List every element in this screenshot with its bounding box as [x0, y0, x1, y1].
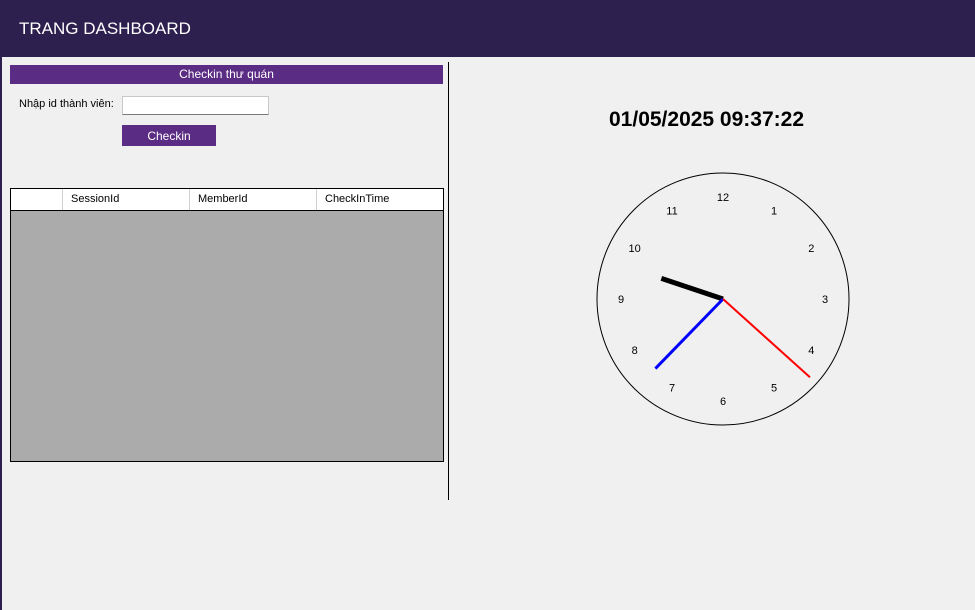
row-header-column[interactable]	[11, 189, 63, 210]
panel-divider	[448, 62, 449, 500]
clock-number-10: 10	[629, 243, 641, 255]
clock-number-2: 2	[808, 243, 814, 255]
analog-clock: 121234567891011	[596, 172, 850, 426]
clock-number-9: 9	[618, 294, 624, 306]
column-header-memberid[interactable]: MemberId	[190, 189, 317, 210]
checkin-button[interactable]: Checkin	[122, 125, 216, 146]
hour-hand	[660, 276, 724, 302]
column-header-checkintime[interactable]: CheckInTime	[317, 189, 443, 210]
page-title: TRANG DASHBOARD	[19, 19, 191, 38]
clock-number-12: 12	[717, 192, 729, 204]
clock-number-5: 5	[771, 382, 777, 394]
table-header: SessionId MemberId CheckInTime	[11, 189, 443, 211]
clock-number-7: 7	[669, 382, 675, 394]
clock-number-8: 8	[632, 345, 638, 357]
clock-number-1: 1	[771, 206, 777, 218]
app-header: TRANG DASHBOARD	[2, 2, 975, 57]
member-id-input[interactable]	[122, 96, 269, 115]
clock-number-4: 4	[808, 345, 814, 357]
clock-number-6: 6	[720, 396, 726, 408]
member-id-label: Nhập id thành viên:	[19, 98, 114, 110]
column-header-sessionid[interactable]: SessionId	[63, 189, 190, 210]
checkin-table[interactable]: SessionId MemberId CheckInTime	[10, 188, 444, 462]
clock-number-11: 11	[666, 206, 677, 218]
minute-hand	[654, 297, 725, 370]
checkin-section-title: Checkin thư quán	[10, 65, 443, 84]
current-datetime: 01/05/2025 09:37:22	[609, 108, 804, 131]
second-hand	[722, 298, 811, 379]
clock-number-3: 3	[822, 294, 828, 306]
